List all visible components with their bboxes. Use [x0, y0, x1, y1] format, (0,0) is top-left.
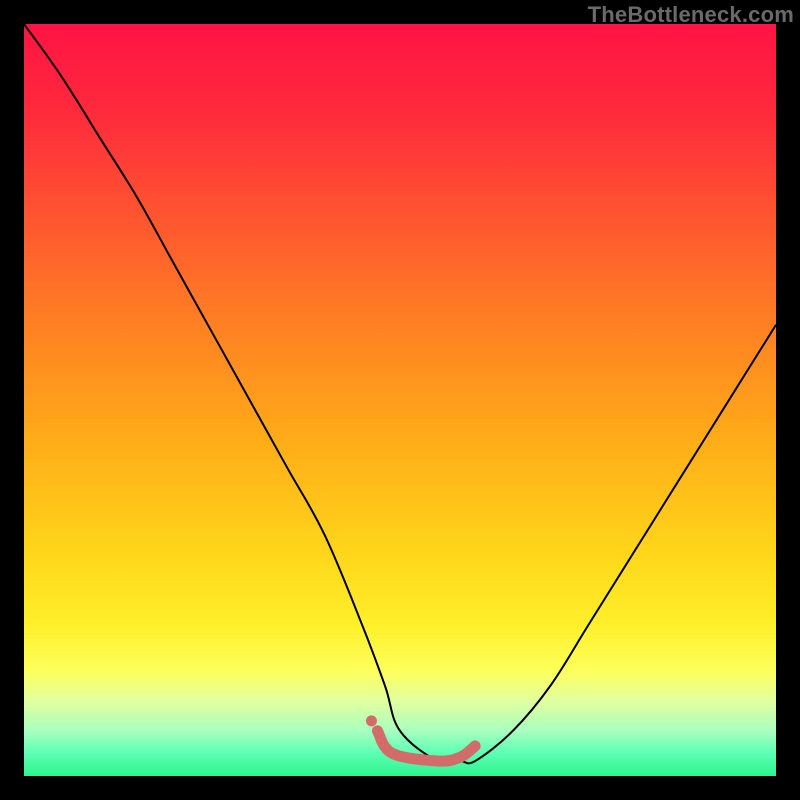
- optimal-range-start-dot: [366, 715, 377, 726]
- chart-plot-area: [24, 24, 776, 776]
- chart-svg: [24, 24, 776, 776]
- watermark-text: TheBottleneck.com: [588, 2, 794, 28]
- chart-frame: TheBottleneck.com: [0, 0, 800, 800]
- chart-background-gradient: [24, 24, 776, 776]
